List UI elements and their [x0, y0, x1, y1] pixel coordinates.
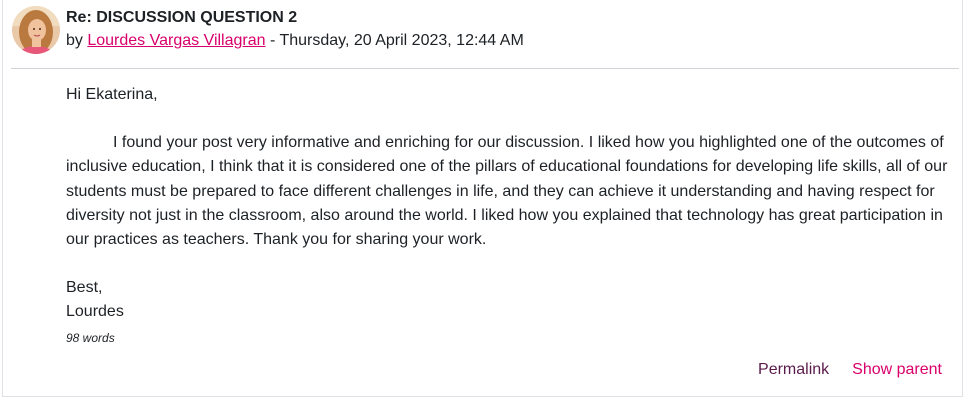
show-parent-link[interactable]: Show parent	[852, 361, 942, 378]
forum-post: Re: DISCUSSION QUESTION 2 by Lourdes Var…	[2, 0, 963, 397]
post-greeting: Hi Ekaterina,	[66, 86, 158, 103]
author-avatar[interactable]	[12, 6, 60, 54]
word-count: 98 words	[66, 330, 115, 345]
post-date: Thursday, 20 April 2023, 12:44 AM	[279, 32, 524, 49]
post-signoff: Best,	[66, 279, 103, 297]
post-body: Hi Ekaterina, I found your post very inf…	[66, 83, 961, 350]
post-byline: by Lourdes Vargas Villagran - Thursday, …	[66, 32, 524, 50]
author-link[interactable]: Lourdes Vargas Villagran	[87, 32, 265, 49]
post-signature: Lourdes	[66, 303, 124, 321]
header-divider	[11, 68, 959, 69]
post-subject: Re: DISCUSSION QUESTION 2	[66, 9, 298, 26]
permalink-link[interactable]: Permalink	[758, 361, 829, 378]
date-separator: -	[265, 32, 280, 49]
user-avatar-photo-icon	[12, 6, 60, 54]
post-actions: Permalink Show parent	[735, 361, 942, 379]
by-prefix: by	[66, 32, 88, 49]
post-paragraph: I found your post very informative and e…	[66, 134, 948, 249]
